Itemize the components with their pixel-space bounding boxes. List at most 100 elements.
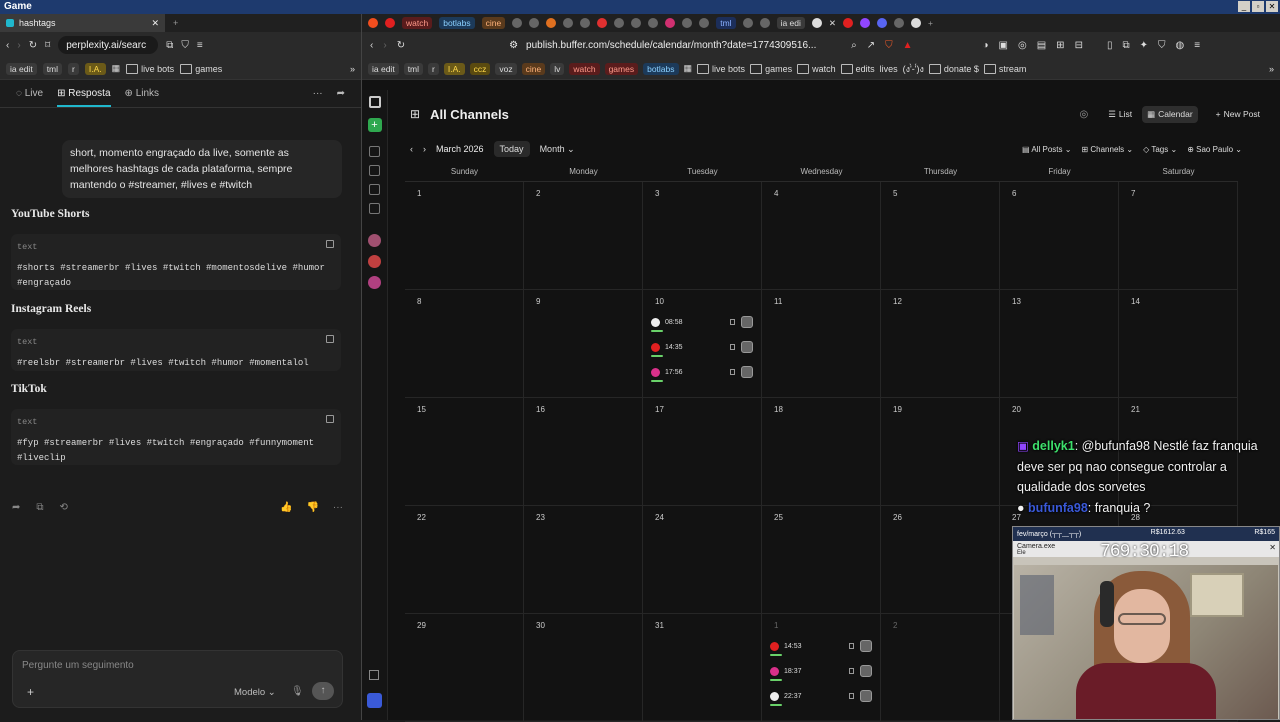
sidebar-toggle-icon[interactable]: ▯ (1107, 40, 1113, 51)
calendar-day-cell[interactable]: 14 (1119, 290, 1238, 398)
calendar-day-cell[interactable]: 2 (524, 182, 643, 290)
scheduled-post[interactable]: 22:37 (768, 686, 874, 706)
left-address-bar[interactable]: perplexity.ai/searc (58, 36, 159, 54)
today-button[interactable]: Today (493, 141, 530, 157)
calendar-day-cell[interactable]: 3 (643, 182, 762, 290)
thumbs-up-icon[interactable]: 👍 (280, 502, 292, 513)
channel-avatar[interactable] (368, 276, 381, 289)
scheduled-post[interactable]: 18:37 (768, 661, 874, 681)
thumbs-down-icon[interactable]: 👎 (306, 502, 318, 513)
period-select[interactable]: Month ⌄ (540, 144, 575, 155)
settings-icon[interactable] (369, 670, 379, 680)
extension-icon[interactable]: ⊞ (1056, 40, 1064, 51)
bookmark-chip[interactable]: r (68, 62, 79, 75)
channel-avatar[interactable] (368, 234, 381, 247)
view-list-button[interactable]: ☰ List (1108, 109, 1132, 120)
calendar-day-cell[interactable]: 7 (1119, 182, 1238, 290)
chrome-icon[interactable] (911, 18, 922, 28)
calendar-day-cell[interactable]: 23 (524, 506, 643, 614)
tab-resposta[interactable]: ⊞ Resposta (57, 88, 111, 107)
next-month-icon[interactable]: › (423, 144, 426, 154)
tab-icon[interactable] (512, 18, 523, 28)
bookmark-chip[interactable]: r (428, 62, 439, 75)
extension-icon[interactable]: ✦ (1140, 40, 1148, 51)
timezone-select[interactable]: ⊕ Sao Paulo ⌄ (1187, 145, 1242, 154)
tab-icon[interactable] (742, 18, 753, 28)
calendar-day-cell[interactable]: 17 (643, 398, 762, 506)
apps-icon[interactable]: ▦ (684, 63, 693, 74)
bookmark-chip[interactable]: I.A. (443, 62, 465, 75)
bookmark-folder[interactable]: stream (984, 64, 1027, 74)
tab-botlabs[interactable]: botlabs (439, 17, 475, 29)
create-icon[interactable]: + (367, 118, 382, 132)
calendar-day-cell[interactable]: 9 (524, 290, 643, 398)
calendar-day-cell[interactable]: 19 (881, 398, 1000, 506)
apps-icon[interactable]: ▦ (112, 63, 121, 74)
shield-icon[interactable]: ⛉ (181, 40, 189, 51)
calendar-day-cell[interactable]: 31 (643, 614, 762, 722)
more-icon[interactable]: ··· (313, 88, 323, 99)
bookmark-chip[interactable]: cine (521, 62, 546, 75)
bookmark-folder[interactable]: live bots (697, 64, 745, 74)
tab-icon[interactable] (699, 18, 710, 28)
calendar-day-cell[interactable]: 11 (762, 290, 881, 398)
rewards-icon[interactable]: ▲ (903, 40, 913, 51)
calendar-day-cell[interactable]: 26 (881, 506, 1000, 614)
scheduled-post[interactable]: 14:35 (649, 337, 755, 357)
extension-icon[interactable]: ▤ (1037, 40, 1046, 51)
extension-icon[interactable]: ◑ (982, 40, 988, 51)
maximize-button[interactable]: ▫ (1252, 1, 1264, 12)
model-selector[interactable]: Modelo ⌄ (234, 687, 276, 698)
mic-icon[interactable]: 🎙 (291, 686, 304, 697)
user-avatar[interactable] (367, 693, 382, 708)
close-button[interactable]: ✕ (1266, 1, 1278, 12)
brave-shield-icon[interactable]: ⛉ (885, 40, 893, 51)
tab-icon[interactable] (631, 18, 642, 28)
bookmark-chip[interactable]: botlabs (643, 62, 679, 75)
plus-icon[interactable]: + (27, 685, 34, 699)
tab-icon[interactable] (860, 18, 871, 28)
tab-icon[interactable] (665, 18, 676, 28)
tab-tml[interactable]: tml (716, 17, 736, 29)
extension-icon[interactable]: ◎ (1018, 40, 1027, 51)
extension-icon[interactable]: ◍ (1176, 40, 1185, 51)
scheduled-post[interactable]: 08:58 (649, 312, 755, 332)
reload-icon[interactable]: ↻ (397, 40, 405, 51)
shield-icon[interactable]: ⛉ (1158, 40, 1166, 51)
calendar-day-cell[interactable]: 10 08:58 14:35 17:56 (643, 290, 762, 398)
back-icon[interactable]: ‹ (370, 40, 373, 51)
menu-icon[interactable]: ≡ (1194, 40, 1200, 51)
youtube-icon[interactable] (385, 18, 395, 28)
ideas-icon[interactable] (369, 146, 380, 157)
calendar-day-cell[interactable]: 18 (762, 398, 881, 506)
bookmark-chip[interactable]: ccz (469, 62, 491, 75)
channel-avatar[interactable] (368, 255, 381, 268)
tab-icon[interactable] (682, 18, 693, 28)
rewrite-icon[interactable]: ⟲ (60, 502, 68, 513)
bookmark-folder[interactable]: games (750, 64, 792, 74)
more-icon[interactable]: ··· (333, 502, 343, 513)
right-address-bar[interactable]: ⚙ publish.buffer.com/schedule/calendar/mo… (501, 36, 841, 54)
bookmark-folder[interactable]: live bots (126, 64, 174, 74)
close-tab-icon[interactable]: ✕ (829, 18, 836, 29)
close-icon[interactable]: ✕ (1269, 543, 1276, 552)
scheduled-post[interactable]: 17:56 (649, 362, 755, 382)
bookmark-chip[interactable]: tml (403, 62, 424, 75)
new-tab-icon[interactable]: + (173, 18, 178, 28)
bookmark-chip[interactable]: ia edit (6, 62, 37, 75)
bookmark-chip[interactable]: watch (569, 62, 600, 75)
bookmark-folder[interactable]: games (180, 64, 222, 74)
share-icon[interactable]: ↗ (867, 40, 875, 51)
new-post-button[interactable]: + New Post (1216, 109, 1260, 119)
submit-icon[interactable]: ↑ (312, 682, 334, 700)
bookmark-chip[interactable]: I.A. (84, 62, 106, 75)
calendar-day-cell[interactable]: 12 (881, 290, 1000, 398)
calendar-day-cell[interactable]: 5 (881, 182, 1000, 290)
help-icon[interactable]: ◎ (1080, 109, 1089, 120)
view-calendar-button[interactable]: ▦ Calendar (1142, 105, 1198, 123)
forward-icon[interactable]: › (17, 40, 20, 51)
calendar-day-cell[interactable]: 8 (405, 290, 524, 398)
bookmark-link[interactable]: (ง'̀-'́)ง (903, 62, 924, 76)
tab-icon[interactable] (580, 18, 591, 28)
filter-all-posts[interactable]: ▤ All Posts ⌄ (1022, 145, 1071, 154)
